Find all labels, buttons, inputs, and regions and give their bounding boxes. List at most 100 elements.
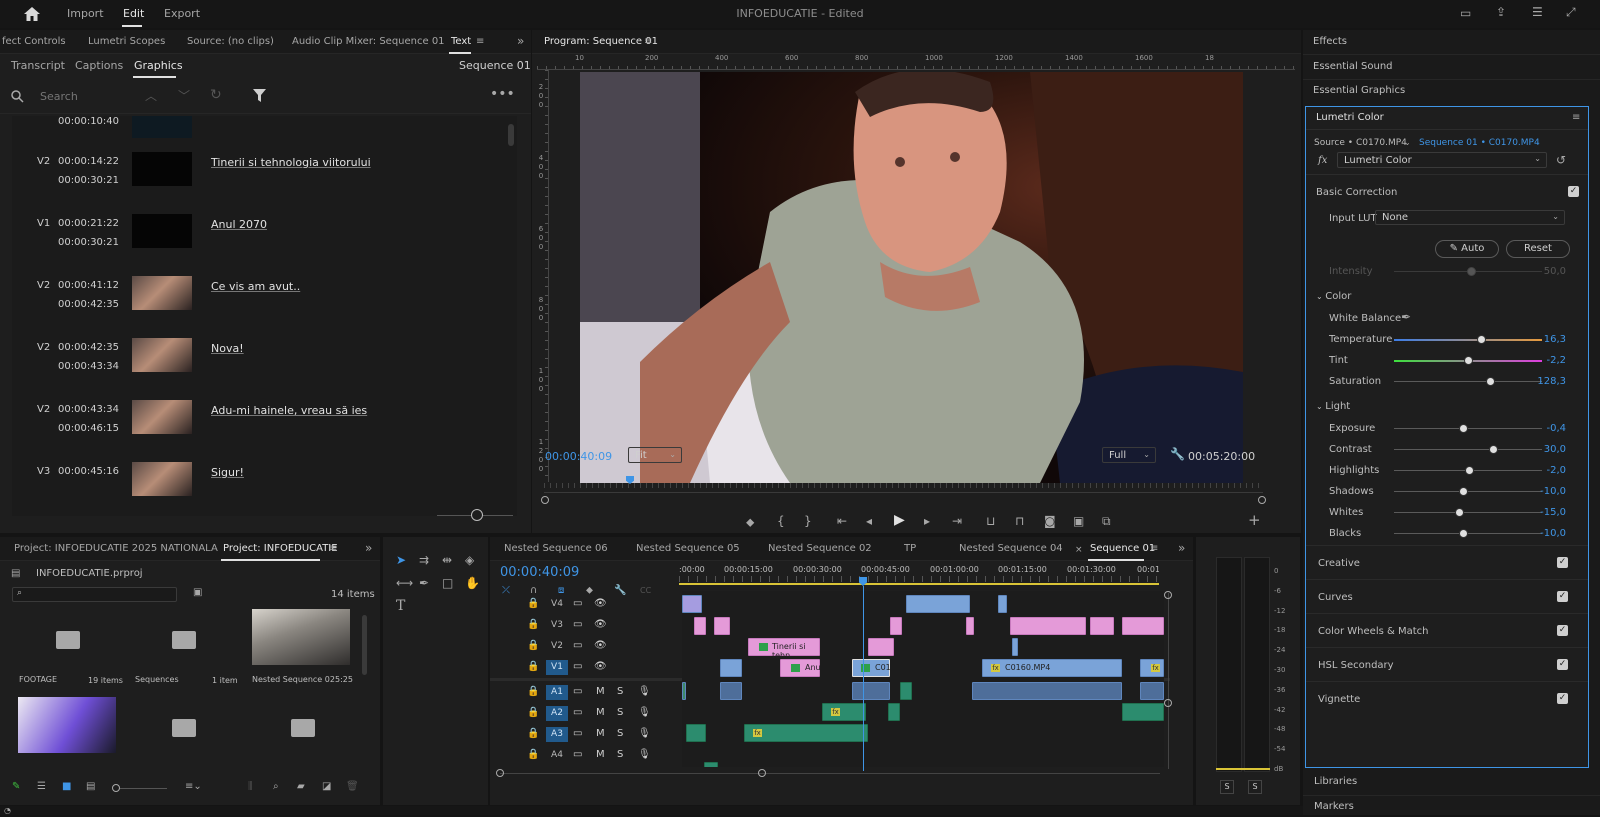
blacks-knob[interactable] (1459, 529, 1468, 538)
timeline-clip[interactable] (682, 682, 686, 700)
lift-icon[interactable]: ⊔ (986, 515, 995, 527)
go-to-in-icon[interactable]: ⇤ (837, 515, 847, 527)
subtab-transcript[interactable]: Transcript (11, 59, 65, 72)
subtab-graphics[interactable]: Graphics (134, 59, 183, 72)
track-header-a4[interactable]: 🔒 A4 ▭ M S 🎙 (490, 745, 682, 765)
film-icon[interactable]: ▭ (573, 749, 582, 760)
timeline-clip[interactable] (868, 638, 894, 656)
lumetri-menu-icon[interactable]: ≡ (1572, 112, 1580, 124)
contrast-value[interactable]: 30,0 (1526, 444, 1566, 455)
intensity-value[interactable]: 50,0 (1526, 266, 1566, 277)
solo-icon[interactable]: S (617, 749, 623, 760)
ripple-edit-tool-icon[interactable]: ⇹ (442, 554, 452, 566)
fullscreen-icon[interactable]: ⤢ (1566, 6, 1576, 18)
quality-dropdown[interactable]: Full ⌄ (1102, 447, 1156, 463)
timeline-clip[interactable] (998, 595, 1007, 613)
hsl-secondary-checkbox[interactable]: ✓ (1557, 659, 1568, 670)
timeline-clip[interactable] (720, 659, 742, 677)
color-wheels-section[interactable]: Color Wheels & Match ✓ (1306, 613, 1588, 647)
eye-icon[interactable]: 👁 (594, 598, 607, 609)
timeline-clip[interactable] (686, 724, 706, 742)
film-icon[interactable]: ▭ (573, 640, 582, 651)
tab-effect-controls[interactable]: fect Controls (2, 36, 66, 47)
lock-icon[interactable]: 🔒 (527, 749, 539, 760)
selection-tool-icon[interactable]: ➤ (396, 554, 406, 566)
more-options-icon[interactable]: ••• (490, 87, 515, 101)
step-forward-icon[interactable]: ▸ (924, 515, 930, 527)
automate-icon[interactable]: ⫼ (248, 781, 253, 793)
film-icon[interactable]: ▭ (573, 661, 582, 672)
caption-row[interactable]: V2 00:00:14:22 00:00:30:21 Tinerii si te… (12, 142, 517, 204)
markers-tab[interactable]: Markers (1314, 801, 1354, 811)
effect-dropdown[interactable]: Lumetri Color ⌄ (1337, 152, 1547, 168)
curves-checkbox[interactable]: ✓ (1557, 591, 1568, 602)
film-icon[interactable]: ▭ (573, 707, 582, 718)
caption-text[interactable]: Adu-mi hainele, vreau să ies (211, 404, 367, 417)
caption-text[interactable]: Tinerii si tehnologia viitorului (211, 156, 371, 169)
project-scrollbar[interactable] (362, 615, 367, 675)
libraries-tab[interactable]: Libraries (1314, 776, 1357, 787)
settings-icon[interactable]: ☰ (1532, 6, 1543, 18)
icon-view-icon[interactable]: ■ (62, 781, 71, 793)
project-item[interactable] (128, 697, 240, 757)
tab-sequence-01[interactable]: Sequence 01 (1090, 543, 1155, 554)
timeline-clip[interactable] (720, 682, 742, 700)
lock-icon[interactable]: 🔒 (527, 686, 539, 697)
exposure-value[interactable]: -0,4 (1526, 423, 1566, 434)
caption-list-scrollbar[interactable] (508, 124, 514, 146)
clip-area[interactable]: Tinerii si tehn Anu C01 fx C0160.MP4 fx f… (682, 591, 1164, 767)
search-input[interactable] (40, 87, 120, 105)
caption-row[interactable]: V3 00:00:45:16 Sigur! (12, 452, 517, 514)
new-item-icon[interactable]: ◪ (322, 781, 331, 793)
track-header-v4[interactable]: 🔒 V4 ▭ 👁 (490, 594, 682, 614)
timeline-clip[interactable] (1140, 682, 1164, 700)
zoom-slider-handle[interactable] (471, 509, 483, 521)
thumbnail-size-slider[interactable] (115, 788, 167, 789)
microphone-icon[interactable]: 🎙 (638, 728, 651, 739)
film-icon[interactable]: ▭ (573, 686, 582, 697)
track-name[interactable]: V1 (546, 660, 568, 675)
timeline-clip[interactable]: fx (1140, 659, 1164, 677)
lock-icon[interactable]: 🔒 (527, 640, 539, 651)
exposure-knob[interactable] (1459, 424, 1468, 433)
timeline-clip[interactable] (694, 617, 706, 635)
shadows-slider[interactable] (1394, 491, 1542, 492)
mute-icon[interactable]: M (596, 749, 605, 760)
saturation-value[interactable]: 128,3 (1526, 376, 1566, 387)
shadows-knob[interactable] (1459, 487, 1468, 496)
type-tool-icon[interactable]: T (396, 599, 405, 613)
proxy-icon[interactable]: ⧉ (1102, 515, 1111, 527)
lock-icon[interactable]: 🔒 (527, 619, 539, 630)
timeline-clip[interactable] (900, 682, 912, 700)
timeline-clip[interactable] (1122, 703, 1164, 721)
film-icon[interactable]: ▭ (573, 728, 582, 739)
hsl-secondary-section[interactable]: HSL Secondary ✓ (1306, 647, 1588, 681)
timeline-clip[interactable] (1090, 617, 1114, 635)
timeline-clip[interactable] (906, 595, 970, 613)
lock-icon[interactable]: 🔒 (527, 728, 539, 739)
microphone-icon[interactable]: 🎙 (638, 707, 651, 718)
reset-effect-icon[interactable]: ↺ (1556, 154, 1566, 166)
video-frame[interactable] (580, 72, 1243, 483)
tab-nested-sequence-05[interactable]: Nested Sequence 05 (636, 543, 740, 554)
light-section-label[interactable]: ⌄ Light (1316, 401, 1350, 412)
project-item[interactable] (247, 697, 359, 757)
freeform-view-icon[interactable]: ▤ (86, 781, 95, 793)
essential-graphics-tab[interactable]: Essential Graphics (1313, 85, 1405, 96)
film-icon[interactable]: ▭ (573, 598, 582, 609)
saturation-slider[interactable] (1394, 381, 1542, 382)
program-scrubber[interactable] (544, 481, 1263, 493)
contrast-slider[interactable] (1394, 449, 1542, 450)
panel-expand-icon[interactable]: » (1178, 542, 1185, 554)
tab-nested-sequence-06[interactable]: Nested Sequence 06 (504, 543, 608, 554)
eyedropper-icon[interactable]: ✒ (1401, 311, 1411, 323)
timeline-clip[interactable] (888, 703, 900, 721)
timeline-clip[interactable] (966, 617, 974, 635)
track-header-v3[interactable]: 🔒 V3 ▭ 👁 (490, 615, 682, 635)
caption-text[interactable]: Anul 2070 (211, 218, 267, 231)
trash-icon[interactable]: 🗑 (346, 781, 359, 793)
play-icon[interactable]: ▶ (894, 513, 905, 527)
timeline-clip[interactable] (704, 762, 718, 767)
track-name[interactable]: A2 (546, 706, 568, 721)
contrast-knob[interactable] (1489, 445, 1498, 454)
